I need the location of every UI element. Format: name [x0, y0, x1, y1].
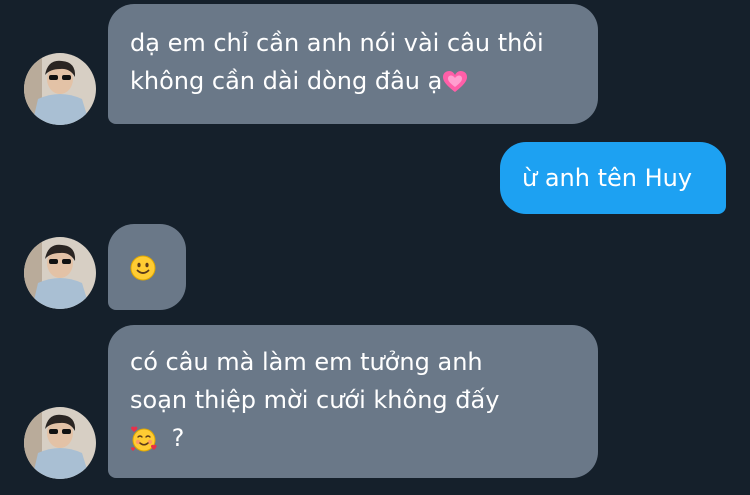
- message-text-line: dạ em chỉ cần anh nói vài câu thôi: [130, 29, 544, 57]
- message-bubble-outgoing[interactable]: ừ anh tên Huy: [500, 142, 726, 214]
- message-bubble-incoming[interactable]: có câu mà làm em tưởng anh soạn thiệp mờ…: [108, 325, 598, 478]
- avatar-photo: [24, 237, 96, 309]
- message-text-line: ?: [171, 424, 185, 452]
- avatar-photo: [24, 407, 96, 479]
- avatar[interactable]: [24, 53, 96, 125]
- chat-thread: dạ em chỉ cần anh nói vài câu thôi không…: [0, 0, 750, 495]
- slightly-smiling-face-icon: [130, 255, 156, 281]
- growing-heart-icon: [442, 70, 468, 94]
- message-text-line: không cần dài dòng đâu ạ: [130, 67, 443, 95]
- message-text-line: ừ anh tên Huy: [522, 164, 693, 192]
- message-text-line: soạn thiệp mời cưới không đấy: [130, 386, 500, 414]
- message-text-line: có câu mà làm em tưởng anh: [130, 348, 483, 376]
- avatar[interactable]: [24, 407, 96, 479]
- message-bubble-incoming[interactable]: [108, 224, 186, 310]
- avatar-photo: [24, 53, 96, 125]
- message-bubble-incoming[interactable]: dạ em chỉ cần anh nói vài câu thôi không…: [108, 4, 598, 124]
- avatar[interactable]: [24, 237, 96, 309]
- smiling-face-with-hearts-icon: [130, 426, 158, 452]
